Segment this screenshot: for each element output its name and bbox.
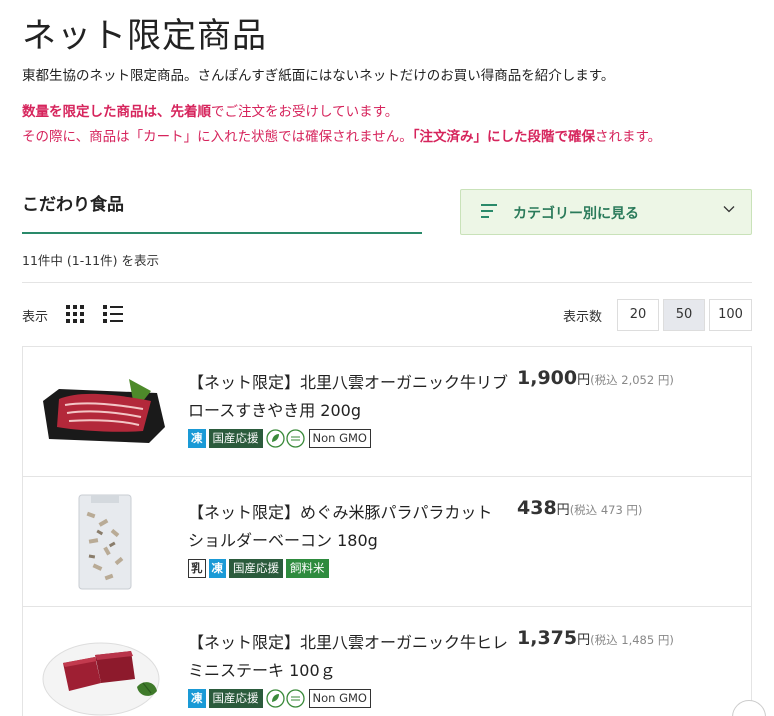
product-item: 【ネット限定】北里八雲オーガニック牛リブロースすきやき用 200g 凍 国産応援… <box>23 347 751 477</box>
notice-text: その際に、商品は「カート」に入れた状態では確保されません。 <box>22 129 413 145</box>
price-amount: 1,900 <box>517 367 578 389</box>
result-count: 11件中 (1-11件) を表示 <box>22 253 159 268</box>
per-page-50-button[interactable]: 50 <box>663 299 705 331</box>
frozen-badge: 凍 <box>188 429 206 448</box>
category-filter-label: カテゴリー別に見る <box>513 206 639 222</box>
product-price: 1,375円(税込 1,485 円) <box>517 627 674 649</box>
notice-line-1: 数量を限定した商品は、先着順でご注文をお受けしています。 <box>22 100 661 125</box>
product-badges: 凍 国産応援 Non GMO <box>188 689 371 708</box>
page-intro: 東都生協のネット限定商品。さんぽんすぎ紙面にはないネットだけのお買い得商品を紹介… <box>22 68 615 84</box>
feed-rice-badge: 飼料米 <box>286 559 329 578</box>
divider <box>22 282 752 283</box>
product-list: 【ネット限定】北里八雲オーガニック牛リブロースすきやき用 200g 凍 国産応援… <box>22 346 752 716</box>
notice-emphasis: 数量を限定した商品は、先着順 <box>22 104 211 120</box>
domestic-support-badge: 国産応援 <box>229 559 283 578</box>
domestic-support-badge: 国産応援 <box>208 429 263 448</box>
product-price: 1,900円(税込 2,052 円) <box>517 367 674 389</box>
per-page-100-button[interactable]: 100 <box>709 299 752 331</box>
product-name[interactable]: 【ネット限定】北里八雲オーガニック牛ヒレミニステーキ 100ｇ <box>188 629 508 685</box>
product-badges: 凍 国産応援 Non GMO <box>188 429 371 448</box>
domestic-support-badge: 国産応援 <box>208 689 263 708</box>
page-title: ネット限定商品 <box>22 16 267 56</box>
section-title: こだわり食品 <box>22 195 124 215</box>
list-view-icon[interactable] <box>103 305 123 323</box>
category-filter-button[interactable]: カテゴリー別に見る <box>460 189 752 235</box>
price-amount: 438 <box>517 497 557 519</box>
per-page-label: 表示数 <box>563 310 603 325</box>
non-gmo-badge: Non GMO <box>308 689 371 708</box>
product-name[interactable]: 【ネット限定】北里八雲オーガニック牛リブロースすきやき用 200g <box>188 369 508 425</box>
product-item: 【ネット限定】めぐみ米豚パラパラカットショルダーベーコン 180g 乳 凍 国産… <box>23 477 751 607</box>
product-badges: 乳 凍 国産応援 飼料米 <box>188 559 329 578</box>
product-image[interactable] <box>39 491 169 591</box>
order-notice: 数量を限定した商品は、先着順でご注文をお受けしています。 その際に、商品は「カー… <box>22 100 661 150</box>
non-gmo-badge: Non GMO <box>308 429 371 448</box>
notice-text: されます。 <box>594 129 662 145</box>
product-image[interactable] <box>39 621 169 716</box>
product-name[interactable]: 【ネット限定】めぐみ米豚パラパラカットショルダーベーコン 180g <box>188 499 508 555</box>
product-item: 【ネット限定】北里八雲オーガニック牛ヒレミニステーキ 100ｇ 凍 国産応援 N… <box>23 607 751 716</box>
view-label: 表示 <box>22 310 49 325</box>
notice-text: でご注文をお受けしています。 <box>211 104 399 120</box>
price-tax-included: (税込 2,052 円) <box>590 373 674 387</box>
milk-allergen-badge: 乳 <box>188 559 206 578</box>
price-unit: 円 <box>577 373 591 388</box>
chevron-down-icon <box>723 206 735 213</box>
per-page-20-button[interactable]: 20 <box>617 299 659 331</box>
section-underline <box>22 232 422 234</box>
grid-view-icon[interactable] <box>66 305 84 323</box>
product-price: 438円(税込 473 円) <box>517 497 642 519</box>
menu-lines-icon <box>481 204 497 220</box>
price-tax-included: (税込 1,485 円) <box>590 633 674 647</box>
notice-emphasis: 「注文済み」にした段階で確保 <box>412 129 595 145</box>
product-image[interactable] <box>39 361 169 461</box>
frozen-badge: 凍 <box>208 559 226 578</box>
price-unit: 円 <box>556 503 570 518</box>
organic-jas-icon <box>265 429 306 448</box>
notice-line-2: その際に、商品は「カート」に入れた状態では確保されません。「注文済み」にした段階… <box>22 125 661 150</box>
price-unit: 円 <box>577 633 591 648</box>
price-amount: 1,375 <box>517 627 578 649</box>
frozen-badge: 凍 <box>188 689 206 708</box>
price-tax-included: (税込 473 円) <box>569 503 643 517</box>
organic-jas-icon <box>265 689 306 708</box>
